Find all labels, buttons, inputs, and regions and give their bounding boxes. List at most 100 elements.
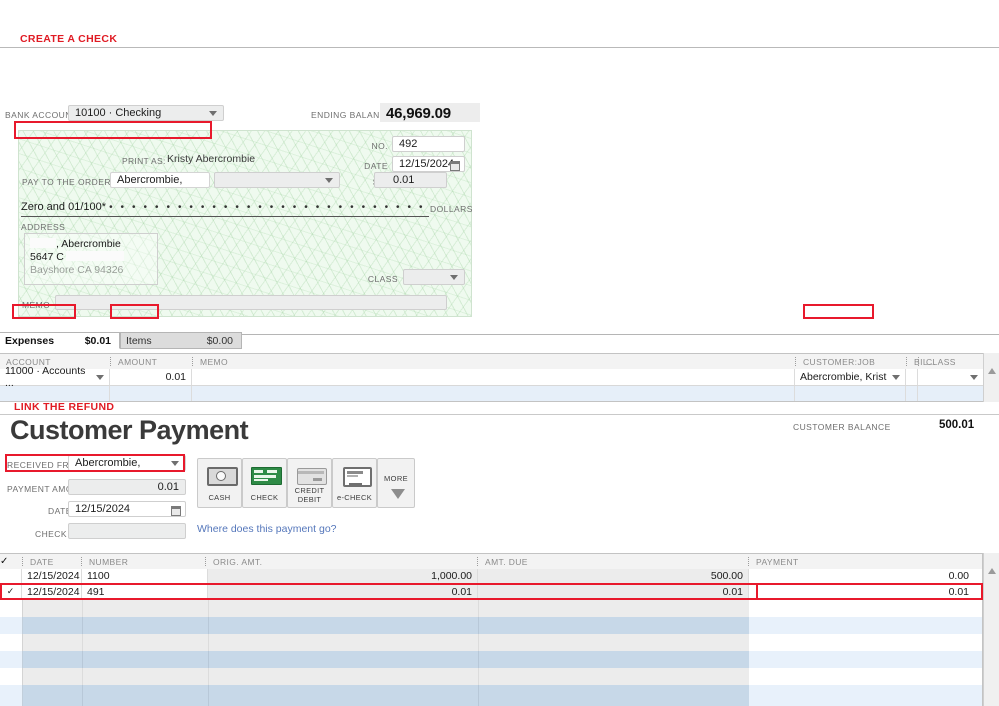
expense-grid-scrollbar[interactable] [983,353,999,402]
address-redaction-2 [65,251,124,261]
cell-checkmark[interactable] [0,569,22,583]
payment-method-more-label: MORE [383,474,409,483]
cell-amt-due: 0.01 [478,584,749,599]
annotation-create-a-check: CREATE A CHECK [20,33,118,45]
chevron-down-icon [892,374,900,380]
tab-expenses[interactable]: Expenses $0.01 [0,332,120,349]
table-row-empty[interactable] [0,600,982,617]
pay-to-value: Abercrombie, [117,174,183,186]
payment-method-echeck[interactable]: e-CHECK [332,458,377,508]
class-select[interactable] [403,269,465,285]
cell-amount[interactable]: 0.01 [110,369,192,385]
table-row-empty[interactable] [0,668,982,685]
address-line-1: , Abercrombie [30,238,152,251]
check-date-input[interactable]: 12/15/2024 [392,156,465,172]
payment-method-check[interactable]: CHECK [242,458,287,508]
expense-grid-header: ACCOUNT AMOUNT MEMO CUSTOMER:JOB BIL... … [0,354,991,370]
table-row-empty[interactable] [0,685,982,706]
cell-billable[interactable] [906,369,918,385]
memo-input[interactable] [55,295,447,310]
cell-orig-amt: 1,000.00 [208,569,478,583]
app-root: CREATE A CHECK BANK ACCOUNT 10100 · Chec… [0,0,999,706]
received-from-value: Abercrombie, [75,457,141,469]
cell-memo[interactable] [192,386,795,401]
cell-payment[interactable]: 0.01 [749,584,974,599]
tab-items[interactable]: Items $0.00 [120,332,242,349]
cell-date[interactable]: 12/15/2024 [22,584,82,599]
cell-checkmark[interactable]: ✓ [0,584,22,599]
written-amount-text: Zero and 01/100* [21,201,107,213]
cell-account[interactable]: 11000 · Accounts ... [0,365,110,389]
payment-method-cash[interactable]: CASH [197,458,242,508]
cell-memo[interactable] [192,369,795,385]
column-header-payment[interactable]: PAYMENT [752,554,902,569]
cell-billable[interactable] [906,386,918,401]
column-header-customer-job[interactable]: CUSTOMER:JOB [799,354,899,369]
payment-check-number-input[interactable] [68,523,186,539]
address-label: ADDRESS [21,222,66,232]
payment-amount-input[interactable]: 0.01 [68,479,186,495]
check-date-label: DATE [364,161,388,171]
cell-number[interactable]: 491 [82,584,208,599]
where-does-payment-go-link[interactable]: Where does this payment go? [197,523,337,535]
chevron-down-icon [171,460,179,466]
column-header-amt-due[interactable]: AMT. DUE [481,554,631,569]
invoice-grid-scrollbar[interactable] [983,553,999,706]
cell-class[interactable] [918,386,983,401]
calendar-icon[interactable] [450,161,460,171]
bank-account-value: 10100 · Checking [75,107,162,119]
print-as-value: Kristy Abercrombie [167,153,256,165]
payment-date-input[interactable]: 12/15/2024 [68,501,186,517]
table-row-empty[interactable] [0,634,982,651]
column-header-memo[interactable]: MEMO [196,354,376,369]
column-header-number[interactable]: NUMBER [85,554,205,569]
written-amount-line: Zero and 01/100* • • • • • • • • • • • •… [21,201,429,217]
invoice-grid-header: ✓ DATE NUMBER ORIG. AMT. AMT. DUE PAYMEN… [0,554,982,570]
scroll-up-icon[interactable] [988,368,996,374]
column-header-checkmark[interactable]: ✓ [0,554,22,569]
chevron-down-icon[interactable] [391,489,405,499]
address-redaction-1 [30,238,56,248]
ending-balance-value: 46,969.09 [386,105,451,122]
customer-balance-value: 500.01 [939,419,975,431]
table-row[interactable]: ✓ 12/15/2024 491 0.01 0.01 0.01 [0,584,982,600]
cell-customer-job[interactable] [795,386,906,401]
cell-orig-amt: 0.01 [208,584,478,599]
tab-items-label: Items [126,334,152,347]
payment-amount-value: 0.01 [157,481,179,493]
payment-method-credit-debit[interactable]: CREDIT DEBIT [287,458,332,508]
pay-to-input[interactable]: Abercrombie, [110,172,210,188]
cell-customer-job[interactable]: Abercrombie, Krist [795,369,906,385]
column-header-amount[interactable]: AMOUNT [114,354,194,369]
dollars-label: DOLLARS [430,204,473,214]
table-row-empty[interactable] [0,617,982,634]
table-row[interactable] [0,386,991,401]
address-line-2: 5647 C [30,251,152,264]
address-line-3: Bayshore CA 94326 [30,264,124,276]
cell-amount[interactable] [110,386,192,401]
cell-account[interactable] [0,386,110,401]
chevron-down-icon [325,177,333,183]
table-row-empty[interactable] [0,651,982,668]
cell-number[interactable]: 1100 [82,569,208,583]
received-from-input[interactable]: Abercrombie, [68,455,186,471]
table-row[interactable]: 12/15/2024 1100 1,000.00 500.00 0.00 [0,569,982,584]
calendar-icon[interactable] [171,506,181,516]
scroll-up-icon[interactable] [988,568,996,574]
address-box[interactable]: , Abercrombie 5647 C Bayshore CA 94326 [24,233,158,285]
check-amount-input[interactable]: 0.01 [374,172,447,188]
payment-method-more[interactable]: MORE [377,458,415,508]
bank-account-select[interactable]: 10100 · Checking [68,105,224,121]
check-number-input[interactable]: 492 [392,136,465,152]
table-row[interactable]: 11000 · Accounts ... 0.01 Abercrombie, K… [0,365,991,389]
cell-payment[interactable]: 0.00 [749,569,974,583]
chevron-down-icon [96,374,104,380]
check-no-label: NO. [371,141,388,151]
customer-balance-label: CUSTOMER BALANCE [793,422,891,432]
column-header-class[interactable]: CLASS [922,354,982,369]
pay-to-dropdown[interactable] [214,172,340,188]
column-header-orig-amt[interactable]: ORIG. AMT. [209,554,359,569]
column-header-date[interactable]: DATE [26,554,86,569]
cell-date[interactable]: 12/15/2024 [22,569,82,583]
cell-class[interactable] [918,369,983,385]
